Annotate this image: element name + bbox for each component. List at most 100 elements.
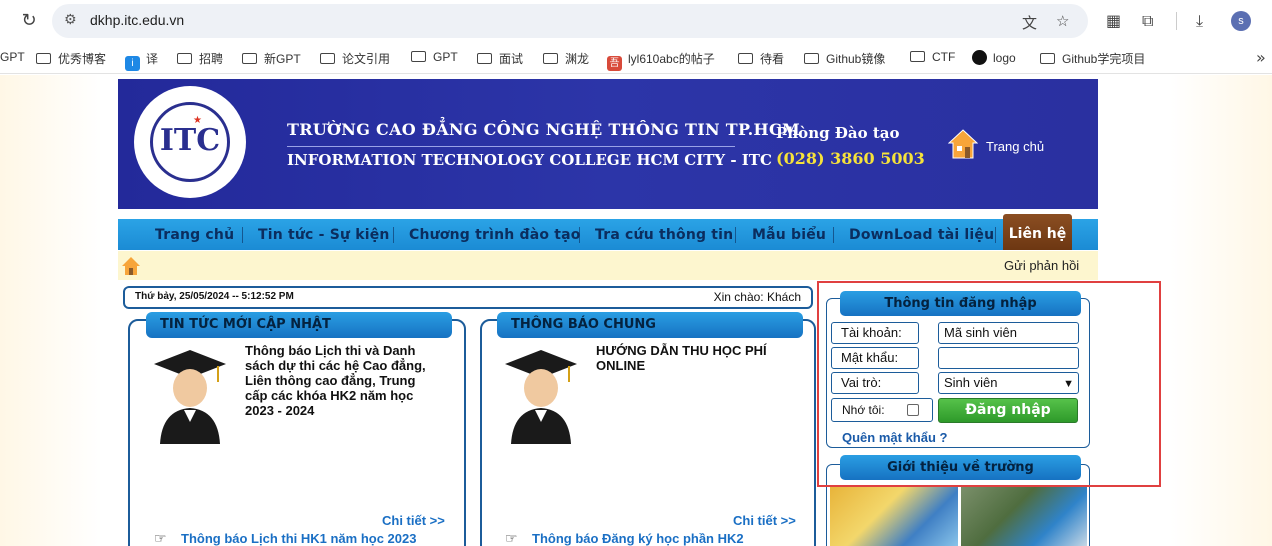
star-icon[interactable]: ☆ [1056,12,1069,30]
main-menu: Trang chủ Tin tức - Sự kiện Chương trình… [118,219,1098,250]
school-photo[interactable] [961,487,1087,546]
bookmark-item[interactable]: GPT [0,50,25,64]
folder-icon [411,51,426,62]
menu-item-news[interactable]: Tin tức - Sự kiện [258,227,390,243]
notice-item-title[interactable]: HƯỚNG DẪN THU HỌC PHÍ ONLINE [596,343,767,373]
bookmark-label: logo [993,51,1016,65]
notice-link[interactable]: Thông báo Đăng ký học phần HK2 [532,531,744,546]
department-name: Phòng Đào tạo [776,124,900,142]
menu-item-downloads[interactable]: DownLoad tài liệu [849,227,994,243]
notice-item-line: ONLINE [596,358,646,373]
feedback-link[interactable]: Gửi phản hồi [1004,258,1079,273]
qr-icon[interactable]: ▦ [1106,11,1121,30]
pointing-hand-icon: ☞ [154,531,167,546]
url-text[interactable]: dkhp.itc.edu.vn [90,12,184,28]
folder-icon [177,53,192,64]
news-detail-link[interactable]: Chi tiết >> [382,513,445,528]
news-item-line: cấp các khóa HK2 năm học [245,388,414,403]
menu-item-forms[interactable]: Mẫu biểu [752,227,826,243]
menu-item-programs[interactable]: Chương trình đào tạo [409,227,581,243]
bookmarks-bar: GPT 优秀博客 i译 招聘 新GPT 论文引用 GPT 面试 渊龙 吾 lyl6… [0,42,1272,74]
bookmark-label: lyl610abc的帖子 [628,52,715,66]
site-info-icon[interactable]: ⚙ [64,12,77,28]
folder-icon [910,51,925,62]
highlight-box [817,281,1161,487]
bookmark-item[interactable]: 渊龙 [543,50,589,67]
current-datetime: Thứ bảy, 25/05/2024 -- 5:12:52 PM [135,291,294,302]
bookmark-label: Github学完项目 [1062,52,1146,66]
notice-detail-link[interactable]: Chi tiết >> [733,513,796,528]
home-icon[interactable] [948,128,978,160]
bookmark-item[interactable]: Github镜像 [804,50,885,67]
bookmarks-overflow-icon[interactable]: » [1256,48,1266,67]
extensions-icon[interactable]: ⧉ [1142,11,1153,31]
menu-item-contact[interactable]: Liên hệ [1003,214,1072,250]
bookmark-item[interactable]: 待看 [738,50,784,67]
school-logo[interactable]: ★ ITC [134,86,246,198]
breadcrumb-home-icon[interactable] [121,256,141,276]
department-phone: (028) 3860 5003 [776,149,925,168]
address-bar[interactable]: ⚙ dkhp.itc.edu.vn 文 ☆ [52,4,1088,38]
news-item-title[interactable]: Thông báo Lịch thi và Danh sách dự thi c… [245,343,426,418]
bookmark-item[interactable]: Github学完项目 [1040,50,1145,67]
browser-toolbar: ↻ ⚙ dkhp.itc.edu.vn 文 ☆ ▦ ⧉ ⤓ s [0,0,1272,42]
bookmark-label: GPT [433,50,458,64]
news-item-line: sách dự thi các hệ Cao đẳng, [245,358,426,373]
status-bar: Thứ bảy, 25/05/2024 -- 5:12:52 PM Xin ch… [123,286,813,309]
news-panel-title: TIN TỨC MỚI CẬP NHẬT [146,312,452,338]
bookmark-item[interactable]: i译 [125,50,158,71]
reload-icon[interactable]: ↻ [18,10,40,32]
bookmark-item[interactable]: 招聘 [177,50,223,67]
folder-icon [477,53,492,64]
folder-icon [543,53,558,64]
graduate-icon [154,350,226,444]
bookmark-label: 招聘 [199,52,224,66]
folder-icon [738,53,753,64]
folder-icon [36,53,51,64]
menu-item-lookup[interactable]: Tra cứu thông tin [595,227,733,243]
news-item-line: Liên thông cao đẳng, Trung [245,373,416,388]
profile-avatar[interactable]: s [1231,11,1251,31]
pointing-hand-icon: ☞ [505,531,518,546]
folder-icon [1040,53,1055,64]
bookmark-label: 渊龙 [565,52,590,66]
menu-separator [242,227,243,243]
logo-letters: ITC [159,123,221,158]
news-item-line: Thông báo Lịch thi và Danh [245,343,416,358]
bookmark-label: 待看 [760,52,785,66]
menu-separator [995,227,996,243]
menu-separator [393,227,394,243]
bookmark-label: 论文引用 [342,52,391,66]
download-icon[interactable]: ⤓ [1196,11,1203,31]
bookmark-item[interactable]: 优秀博客 [36,50,106,67]
bookmark-item[interactable]: GPT [411,50,458,64]
news-link[interactable]: Thông báo Lịch thi HK1 năm học 2023 [181,531,416,546]
bookmark-item[interactable]: 面试 [477,50,523,67]
menu-separator [833,227,834,243]
home-link[interactable]: Trang chủ [986,139,1044,154]
bookmark-item[interactable]: CTF [910,50,955,64]
greeting: Xin chào: Khách [713,290,801,304]
notice-item-line: HƯỚNG DẪN THU HỌC PHÍ [596,343,767,358]
menu-separator [735,227,736,243]
menu-separator [579,227,580,243]
bookmark-item[interactable]: logo [972,50,1016,65]
bookmark-item[interactable]: 吾 lyl610abc的帖子 [607,50,715,71]
folder-icon [320,53,335,64]
bookmark-label: 译 [146,52,159,66]
logo-ring: ★ ITC [150,102,230,182]
menu-item-home[interactable]: Trang chủ [155,227,234,243]
breadcrumb-bar [118,251,1098,280]
folder-icon [804,53,819,64]
bookmark-label: Github镜像 [826,52,886,66]
notice-panel-title: THÔNG BÁO CHUNG [497,312,803,338]
school-name-vi: TRƯỜNG CAO ĐẲNG CÔNG NGHỆ THÔNG TIN TP.H… [287,120,800,139]
translate-icon[interactable]: 文 [1022,12,1037,33]
bookmark-item[interactable]: 新GPT [242,50,301,67]
apple-icon [972,50,987,65]
bookmark-label: 面试 [499,52,524,66]
school-photo[interactable] [830,487,958,546]
bookmark-item[interactable]: 论文引用 [320,50,390,67]
translate-bookmark-icon: i [125,56,140,71]
bookmark-label: 新GPT [264,52,301,66]
